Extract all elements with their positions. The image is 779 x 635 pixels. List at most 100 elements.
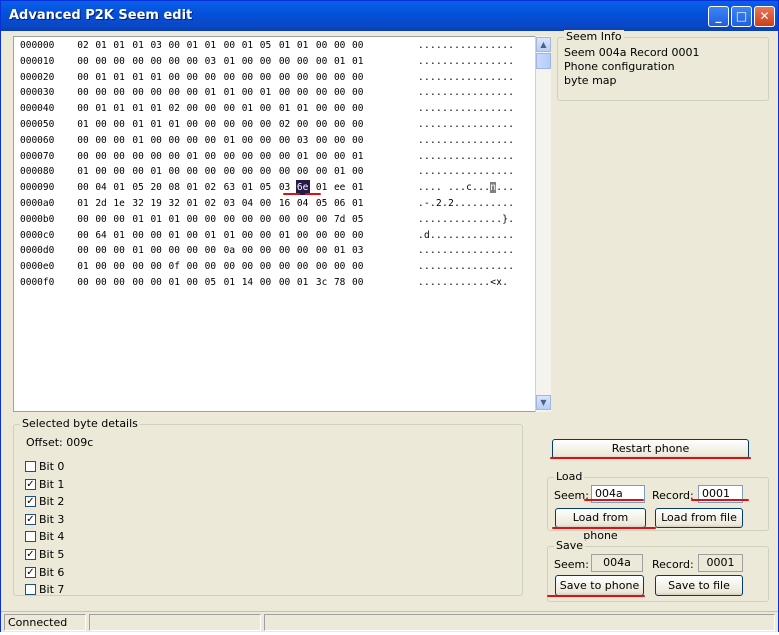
hex-byte[interactable]: 00 bbox=[203, 149, 217, 164]
hex-byte[interactable]: 00 bbox=[278, 243, 292, 258]
hex-byte[interactable]: 03 bbox=[149, 38, 163, 53]
hex-byte[interactable]: 00 bbox=[333, 38, 347, 53]
hex-byte[interactable]: 01 bbox=[76, 259, 90, 274]
hex-byte[interactable]: 00 bbox=[185, 164, 199, 179]
load-from-file-button[interactable]: Load from file bbox=[655, 508, 743, 528]
hex-byte[interactable]: 01 bbox=[240, 101, 254, 116]
hex-byte[interactable]: 00 bbox=[185, 133, 199, 148]
hex-byte[interactable]: 00 bbox=[296, 117, 310, 132]
hex-byte[interactable]: 00 bbox=[185, 228, 199, 243]
hex-byte[interactable]: 00 bbox=[240, 133, 254, 148]
hex-byte[interactable]: 01 bbox=[240, 180, 254, 195]
hex-byte[interactable]: 00 bbox=[296, 54, 310, 69]
hex-byte[interactable]: 00 bbox=[112, 117, 126, 132]
hex-byte[interactable]: 00 bbox=[240, 212, 254, 227]
hex-row-ascii[interactable]: ................ bbox=[418, 54, 514, 69]
hex-byte[interactable]: 01 bbox=[278, 228, 292, 243]
hex-byte[interactable]: 00 bbox=[240, 117, 254, 132]
hex-byte[interactable]: 00 bbox=[333, 228, 347, 243]
hex-row-ascii[interactable]: ................ bbox=[418, 133, 514, 148]
hex-byte[interactable]: 00 bbox=[351, 101, 365, 116]
hex-byte[interactable]: 00 bbox=[222, 149, 236, 164]
hex-byte[interactable]: 00 bbox=[259, 117, 273, 132]
hex-byte[interactable]: 00 bbox=[76, 101, 90, 116]
hex-row-ascii[interactable]: ................ bbox=[418, 117, 514, 132]
hex-byte[interactable]: 02 bbox=[278, 117, 292, 132]
hex-row-ascii[interactable]: ................ bbox=[418, 243, 514, 258]
hex-byte[interactable]: 00 bbox=[278, 259, 292, 274]
hex-byte[interactable]: 0a bbox=[222, 243, 236, 258]
hex-byte[interactable]: 00 bbox=[351, 133, 365, 148]
hex-byte[interactable]: 02 bbox=[167, 101, 181, 116]
hex-byte[interactable]: 05 bbox=[351, 212, 365, 227]
hex-byte[interactable]: 01 bbox=[131, 212, 145, 227]
hex-editor[interactable]: 000000 02 01 01 01 03 00 01 01 00 01 05 01 01 00 00 00..… bbox=[13, 36, 551, 412]
hex-byte[interactable]: 00 bbox=[131, 228, 145, 243]
hex-byte[interactable]: 02 bbox=[203, 196, 217, 211]
hex-byte[interactable]: 00 bbox=[315, 101, 329, 116]
hex-byte[interactable]: 01 bbox=[76, 117, 90, 132]
hex-row-ascii[interactable]: ................ bbox=[418, 164, 514, 179]
bit-checkbox[interactable]: ✓ bbox=[25, 478, 36, 490]
hex-byte[interactable]: 01 bbox=[222, 275, 236, 290]
hex-byte[interactable]: 01 bbox=[131, 117, 145, 132]
hex-byte[interactable]: 00 bbox=[315, 54, 329, 69]
hex-byte[interactable]: 00 bbox=[149, 149, 163, 164]
bit-checkbox[interactable] bbox=[25, 584, 36, 596]
hex-byte[interactable]: 01 bbox=[222, 54, 236, 69]
hex-byte[interactable]: 00 bbox=[185, 54, 199, 69]
hex-byte[interactable]: 04 bbox=[296, 196, 310, 211]
hex-byte[interactable]: ee bbox=[333, 180, 347, 195]
minimize-button[interactable]: _ bbox=[708, 6, 729, 27]
hex-byte[interactable]: 00 bbox=[167, 85, 181, 100]
hex-byte[interactable]: 00 bbox=[333, 259, 347, 274]
hex-byte[interactable]: 01 bbox=[149, 212, 163, 227]
hex-byte[interactable]: 00 bbox=[203, 259, 217, 274]
hex-byte[interactable]: 00 bbox=[167, 133, 181, 148]
hex-byte[interactable]: 01 bbox=[296, 149, 310, 164]
hex-byte[interactable]: 00 bbox=[94, 259, 108, 274]
hex-byte[interactable]: 00 bbox=[315, 212, 329, 227]
hex-byte[interactable]: 00 bbox=[333, 117, 347, 132]
hex-byte[interactable]: 00 bbox=[76, 54, 90, 69]
hex-byte[interactable]: 01 bbox=[185, 180, 199, 195]
hex-byte[interactable]: 00 bbox=[351, 164, 365, 179]
hex-row-ascii[interactable]: ................ bbox=[418, 259, 514, 274]
hex-byte[interactable]: 00 bbox=[259, 133, 273, 148]
hex-scrollbar[interactable]: ▲ ▼ bbox=[535, 36, 551, 412]
hex-byte[interactable]: 00 bbox=[315, 70, 329, 85]
hex-byte[interactable]: 01 bbox=[296, 101, 310, 116]
hex-byte[interactable]: 00 bbox=[185, 85, 199, 100]
hex-byte[interactable]: 00 bbox=[76, 133, 90, 148]
save-to-phone-button[interactable]: Save to phone bbox=[555, 575, 644, 596]
hex-byte[interactable]: 00 bbox=[259, 259, 273, 274]
hex-row-ascii[interactable]: ................ bbox=[418, 149, 514, 164]
hex-byte[interactable]: 00 bbox=[240, 149, 254, 164]
hex-byte[interactable]: 00 bbox=[167, 38, 181, 53]
hex-byte[interactable]: 00 bbox=[203, 212, 217, 227]
load-from-phone-button[interactable]: Load from phone bbox=[555, 508, 646, 542]
hex-byte[interactable]: 00 bbox=[131, 85, 145, 100]
hex-byte[interactable]: 01 bbox=[131, 70, 145, 85]
hex-byte[interactable]: 06 bbox=[333, 196, 347, 211]
hex-byte[interactable]: 00 bbox=[94, 85, 108, 100]
hex-byte[interactable]: 00 bbox=[94, 275, 108, 290]
hex-row-ascii[interactable]: .-.2.2.......... bbox=[418, 196, 514, 211]
hex-byte[interactable]: 00 bbox=[112, 275, 126, 290]
hex-byte[interactable]: 00 bbox=[112, 243, 126, 258]
hex-byte[interactable]: 00 bbox=[222, 70, 236, 85]
bit-checkbox[interactable]: ✓ bbox=[25, 496, 36, 508]
hex-byte[interactable]: 00 bbox=[112, 149, 126, 164]
hex-byte[interactable]: 01 bbox=[222, 228, 236, 243]
hex-byte[interactable]: 00 bbox=[259, 212, 273, 227]
hex-row-ascii[interactable]: ................ bbox=[418, 70, 514, 85]
hex-byte[interactable]: 00 bbox=[240, 243, 254, 258]
hex-row-ascii[interactable]: ............<x. bbox=[418, 275, 508, 290]
hex-byte[interactable]: 14 bbox=[240, 275, 254, 290]
hex-byte[interactable]: 01 bbox=[222, 133, 236, 148]
hex-byte[interactable]: 00 bbox=[259, 164, 273, 179]
hex-byte[interactable]: 03 bbox=[222, 196, 236, 211]
hex-byte[interactable]: 04 bbox=[94, 180, 108, 195]
hex-byte[interactable]: 00 bbox=[333, 85, 347, 100]
bit-checkbox[interactable]: ✓ bbox=[25, 566, 36, 578]
